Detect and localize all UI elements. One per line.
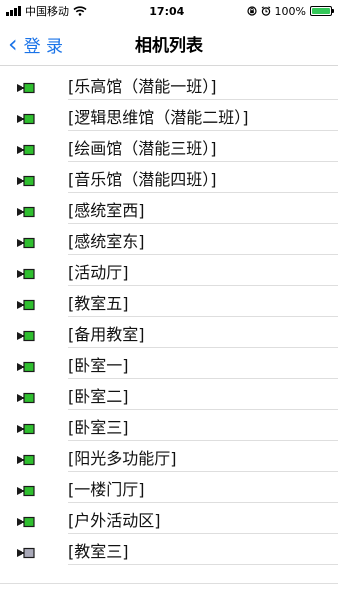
battery-percent: 100% bbox=[274, 4, 306, 18]
camera-icon bbox=[17, 389, 35, 403]
camera-list-item[interactable]: [卧室二] bbox=[0, 379, 338, 410]
camera-name: [一楼门厅] bbox=[68, 479, 145, 499]
camera-icon bbox=[17, 110, 35, 124]
camera-list-item[interactable]: [感统室西] bbox=[0, 193, 338, 224]
chevron-left-icon: ‹ bbox=[8, 30, 18, 58]
camera-icon bbox=[17, 420, 35, 434]
camera-list-item[interactable]: [教室三] bbox=[0, 534, 338, 565]
camera-list-item[interactable]: [乐高馆（潜能一班）] bbox=[0, 69, 338, 100]
status-bar: 中国移动 17:04 100% bbox=[0, 0, 338, 22]
status-left: 中国移动 bbox=[6, 3, 87, 19]
back-button-label: 登 录 bbox=[23, 36, 64, 57]
camera-icon bbox=[17, 358, 35, 372]
status-time: 17:04 bbox=[149, 4, 185, 18]
camera-list-item[interactable]: [卧室三] bbox=[0, 410, 338, 441]
camera-list-item[interactable]: [备用教室] bbox=[0, 317, 338, 348]
alarm-icon bbox=[261, 6, 270, 16]
battery-fill bbox=[312, 8, 330, 14]
camera-icon bbox=[17, 172, 35, 186]
camera-list-item[interactable]: [活动厅] bbox=[0, 255, 338, 286]
camera-icon bbox=[17, 296, 35, 310]
camera-list-item[interactable]: [卧室一] bbox=[0, 348, 338, 379]
camera-icon bbox=[17, 513, 35, 527]
camera-list-item[interactable]: [音乐馆（潜能四班）] bbox=[0, 162, 338, 193]
battery-icon bbox=[310, 6, 334, 16]
rotation-lock-icon bbox=[246, 6, 257, 16]
status-right: 100% bbox=[246, 4, 334, 18]
camera-icon bbox=[17, 544, 35, 558]
camera-name: [阳光多功能厅] bbox=[68, 448, 177, 468]
camera-list-item[interactable]: [教室五] bbox=[0, 286, 338, 317]
camera-name: [逻辑思维馆（潜能二班）] bbox=[68, 107, 249, 127]
camera-icon bbox=[17, 482, 35, 496]
camera-name: [卧室二] bbox=[68, 386, 129, 406]
camera-name: [感统室东] bbox=[68, 231, 145, 251]
camera-name: [备用教室] bbox=[68, 324, 145, 344]
row-divider bbox=[68, 564, 338, 565]
camera-list-item[interactable]: [绘画馆（潜能三班）] bbox=[0, 131, 338, 162]
camera-name: [教室五] bbox=[68, 293, 129, 313]
navigation-bar: ‹ 登 录 相机列表 bbox=[0, 22, 338, 66]
camera-name: [教室三] bbox=[68, 541, 129, 561]
camera-list-item[interactable]: [一楼门厅] bbox=[0, 472, 338, 503]
camera-name: [音乐馆（潜能四班）] bbox=[68, 169, 217, 189]
camera-icon bbox=[17, 141, 35, 155]
camera-icon bbox=[17, 265, 35, 279]
camera-name: [卧室三] bbox=[68, 417, 129, 437]
camera-list-item[interactable]: [感统室东] bbox=[0, 224, 338, 255]
wifi-icon bbox=[73, 6, 87, 16]
camera-list-item[interactable]: [阳光多功能厅] bbox=[0, 441, 338, 472]
camera-list-item[interactable]: [逻辑思维馆（潜能二班）] bbox=[0, 100, 338, 131]
camera-list: [乐高馆（潜能一班）] [逻辑思维馆（潜能二班）] [绘画馆（潜能三班）] [音乐馆（… bbox=[0, 69, 338, 565]
carrier-label: 中国移动 bbox=[25, 5, 69, 18]
list-bottom-divider bbox=[0, 583, 338, 584]
signal-icon bbox=[6, 6, 21, 16]
camera-name: [乐高馆（潜能一班）] bbox=[68, 76, 217, 96]
camera-icon bbox=[17, 203, 35, 217]
camera-name: [感统室西] bbox=[68, 200, 145, 220]
camera-icon bbox=[17, 79, 35, 93]
camera-name: [活动厅] bbox=[68, 262, 129, 282]
camera-list-item[interactable]: [户外活动区] bbox=[0, 503, 338, 534]
back-button[interactable]: ‹ 登 录 bbox=[8, 22, 63, 66]
camera-icon bbox=[17, 234, 35, 248]
camera-icon bbox=[17, 451, 35, 465]
camera-name: [户外活动区] bbox=[68, 510, 161, 530]
camera-icon bbox=[17, 327, 35, 341]
camera-name: [绘画馆（潜能三班）] bbox=[68, 138, 217, 158]
camera-name: [卧室一] bbox=[68, 355, 129, 375]
